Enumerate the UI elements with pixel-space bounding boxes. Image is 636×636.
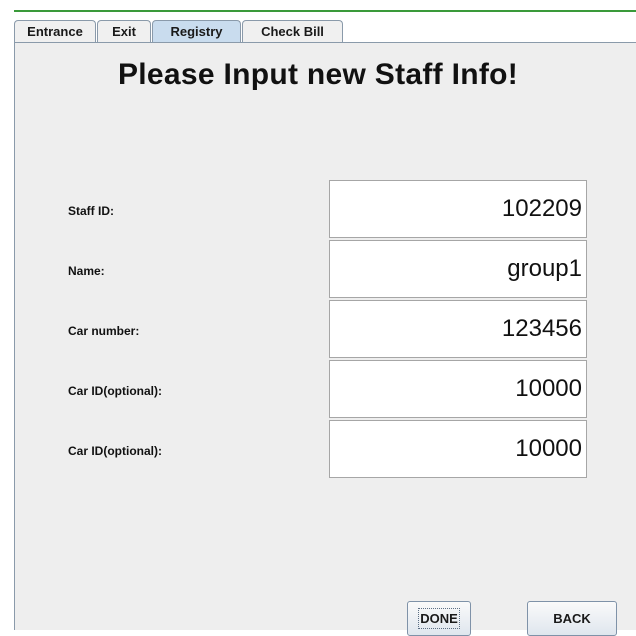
back-button[interactable]: BACK	[527, 601, 617, 636]
car-id-field-2[interactable]	[329, 420, 587, 478]
done-button[interactable]: DONE	[407, 601, 471, 636]
tab-bar: Entrance Exit Registry Check Bill	[14, 20, 344, 42]
tab-exit[interactable]: Exit	[97, 20, 151, 42]
car-number-field[interactable]	[329, 300, 587, 358]
tab-entrance[interactable]: Entrance	[14, 20, 96, 42]
page-title: Please Input new Staff Info!	[117, 58, 519, 91]
done-button-label: DONE	[418, 608, 460, 629]
staff-id-field[interactable]	[329, 180, 587, 238]
tab-check-bill[interactable]: Check Bill	[242, 20, 343, 42]
car-id-field-1[interactable]	[329, 360, 587, 418]
staff-id-label: Staff ID:	[68, 204, 114, 218]
car-id-label-1: Car ID(optional):	[68, 384, 162, 398]
back-button-label: BACK	[553, 611, 591, 626]
name-field[interactable]	[329, 240, 587, 298]
top-accent-line	[14, 10, 636, 12]
car-number-label: Car number:	[68, 324, 140, 338]
name-label: Name:	[68, 264, 105, 278]
car-id-label-2: Car ID(optional):	[68, 444, 162, 458]
tab-registry[interactable]: Registry	[152, 20, 241, 42]
